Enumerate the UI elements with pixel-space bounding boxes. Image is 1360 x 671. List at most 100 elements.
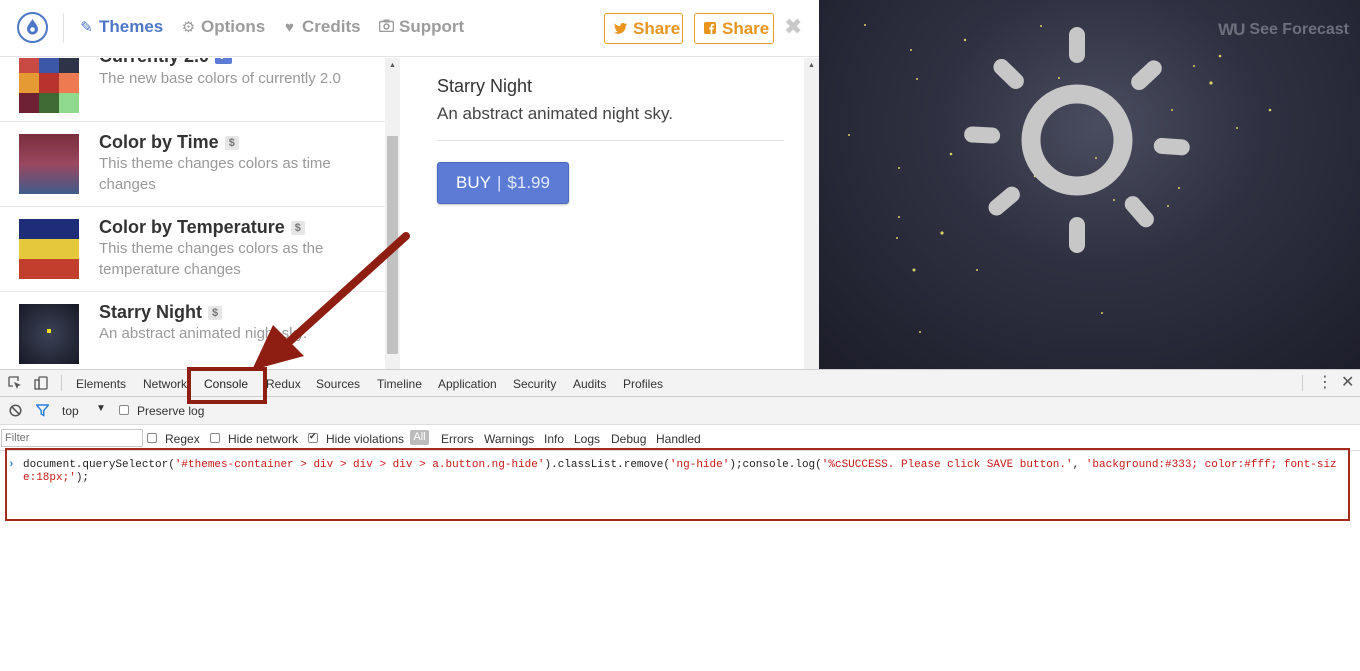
- level-info-button[interactable]: Info: [544, 432, 564, 446]
- devtools-tab-redux[interactable]: Redux: [266, 377, 301, 391]
- close-devtools-icon[interactable]: ✕: [1341, 373, 1354, 393]
- theme-name: Color by Time $: [99, 132, 239, 153]
- buy-separator: |: [497, 173, 502, 192]
- devtools-tab-sources[interactable]: Sources: [316, 377, 360, 391]
- theme-item-color-by-time[interactable]: Color by Time $ This theme changes color…: [0, 122, 385, 207]
- theme-name-label: Currently 2.0: [99, 58, 209, 67]
- toolbar-divider: [1302, 375, 1303, 391]
- theme-item-currently[interactable]: Currently 2.0 ✔ The new base colors of c…: [0, 58, 385, 122]
- detail-divider: [437, 140, 784, 141]
- see-forecast-link[interactable]: WU See Forecast: [1218, 20, 1349, 40]
- tab-support[interactable]: Support: [378, 17, 465, 37]
- chevron-down-icon[interactable]: ▼: [96, 403, 106, 414]
- theme-thumbnail-color-by-time: [19, 134, 79, 194]
- theme-name: Starry Night $: [99, 302, 223, 323]
- twitter-share-button[interactable]: Share: [604, 13, 683, 44]
- detail-title: Starry Night: [437, 76, 533, 96]
- level-all-button[interactable]: All: [410, 430, 429, 445]
- buy-price: $1.99: [507, 173, 550, 192]
- tab-support-label: Support: [399, 17, 465, 36]
- theme-description: An abstract animated night sky.: [99, 325, 308, 342]
- starry-night-preview: WU See Forecast: [819, 0, 1360, 369]
- preserve-log-checkbox[interactable]: [119, 405, 129, 415]
- theme-thumbnail-starry-night: [19, 304, 79, 364]
- starfield: [848, 24, 1272, 333]
- regex-checkbox[interactable]: [147, 433, 157, 443]
- console-code-highlight: [5, 448, 1350, 521]
- devtools-tab-security[interactable]: Security: [513, 377, 556, 391]
- scrollbar-thumb[interactable]: [387, 136, 398, 354]
- toolbar-divider: [61, 375, 62, 391]
- tab-themes-label: Themes: [99, 17, 164, 36]
- hide-violations-label: Hide violations: [326, 432, 405, 446]
- theme-description: The new base colors of currently 2.0: [99, 70, 341, 87]
- buy-label: BUY: [456, 173, 491, 192]
- wu-logo: WU: [1218, 20, 1245, 39]
- app-screen: ✎ Themes ⚙ Options ♥ Credits Support Sha…: [0, 0, 1360, 671]
- nav-divider: [63, 13, 64, 43]
- tab-themes[interactable]: ✎ Themes: [79, 17, 163, 37]
- tab-credits[interactable]: ♥ Credits: [282, 17, 361, 37]
- scroll-up-icon[interactable]: ▲: [808, 62, 815, 69]
- level-errors-button[interactable]: Errors: [441, 432, 474, 446]
- theme-name-label: Color by Temperature: [99, 217, 285, 237]
- context-selector[interactable]: top: [62, 404, 79, 418]
- price-badge: $: [224, 135, 239, 150]
- price-badge: $: [208, 305, 223, 320]
- clear-console-icon[interactable]: [9, 404, 22, 417]
- theme-name-label: Color by Time: [99, 132, 219, 152]
- device-toolbar-icon[interactable]: [34, 376, 48, 390]
- preserve-log-label: Preserve log: [137, 404, 205, 418]
- theme-name: Currently 2.0 ✔: [99, 58, 233, 67]
- theme-thumbnail-color-by-temperature: [19, 219, 79, 279]
- theme-detail: Starry Night An abstract animated night …: [401, 58, 804, 369]
- theme-name: Color by Temperature $: [99, 217, 305, 238]
- buy-button[interactable]: BUY | $1.99: [437, 162, 569, 204]
- devtools-tab-timeline[interactable]: Timeline: [377, 377, 422, 391]
- filter-icon[interactable]: [36, 404, 49, 417]
- drop-logo-icon[interactable]: [17, 12, 48, 43]
- heart-icon: ♥: [285, 18, 294, 36]
- scroll-up-icon[interactable]: ▲: [389, 62, 396, 69]
- selected-check-badge: ✔: [215, 58, 233, 64]
- detail-description: An abstract animated night sky.: [437, 104, 673, 123]
- see-forecast-label: See Forecast: [1249, 21, 1349, 38]
- tab-options-label: Options: [201, 17, 266, 36]
- tab-credits-label: Credits: [302, 17, 361, 36]
- theme-list-scrollbar[interactable]: ▲: [385, 58, 400, 369]
- hide-network-label: Hide network: [228, 432, 299, 446]
- devtools-tab-audits[interactable]: Audits: [573, 377, 606, 391]
- close-icon[interactable]: ✖: [784, 15, 802, 39]
- theme-item-starry-night[interactable]: Starry Night $ An abstract animated nigh…: [0, 292, 385, 369]
- gear-icon: ⚙: [181, 19, 196, 36]
- more-options-icon[interactable]: ⋮: [1317, 373, 1333, 393]
- console-filter-input[interactable]: [1, 429, 143, 447]
- theme-item-color-by-temperature[interactable]: Color by Temperature $ This theme change…: [0, 207, 385, 292]
- theme-thumbnail-currently: [19, 58, 79, 113]
- level-debug-button[interactable]: Debug: [611, 432, 646, 446]
- twitter-share-label: Share: [633, 18, 681, 38]
- level-warnings-button[interactable]: Warnings: [484, 432, 534, 446]
- brush-icon: ✎: [80, 19, 93, 36]
- devtools-tab-elements[interactable]: Elements: [76, 377, 126, 391]
- detail-scrollbar[interactable]: ▲: [804, 58, 819, 369]
- facebook-icon: [704, 21, 716, 37]
- theme-list: Currently 2.0 ✔ The new base colors of c…: [0, 58, 385, 369]
- hide-violations-checkbox[interactable]: [308, 431, 318, 443]
- devtools-tab-profiles[interactable]: Profiles: [623, 377, 663, 391]
- theme-description: This theme changes colors as time change…: [99, 155, 331, 193]
- top-navigation: ✎ Themes ⚙ Options ♥ Credits Support Sha…: [0, 0, 819, 57]
- level-logs-button[interactable]: Logs: [574, 432, 600, 446]
- devtools-tab-network[interactable]: Network: [143, 377, 187, 391]
- theme-name-label: Starry Night: [99, 302, 203, 322]
- facebook-share-button[interactable]: Share: [694, 13, 774, 44]
- console-tab-highlight: [187, 367, 267, 404]
- facebook-share-label: Share: [722, 18, 770, 38]
- tab-options[interactable]: ⚙ Options: [181, 17, 265, 37]
- theme-description: This theme changes colors as the tempera…: [99, 240, 324, 278]
- devtools-tab-application[interactable]: Application: [438, 377, 497, 391]
- regex-label: Regex: [165, 432, 200, 446]
- inspect-element-icon[interactable]: [8, 376, 22, 390]
- hide-network-checkbox[interactable]: [210, 433, 220, 443]
- level-handled-button[interactable]: Handled: [656, 432, 701, 446]
